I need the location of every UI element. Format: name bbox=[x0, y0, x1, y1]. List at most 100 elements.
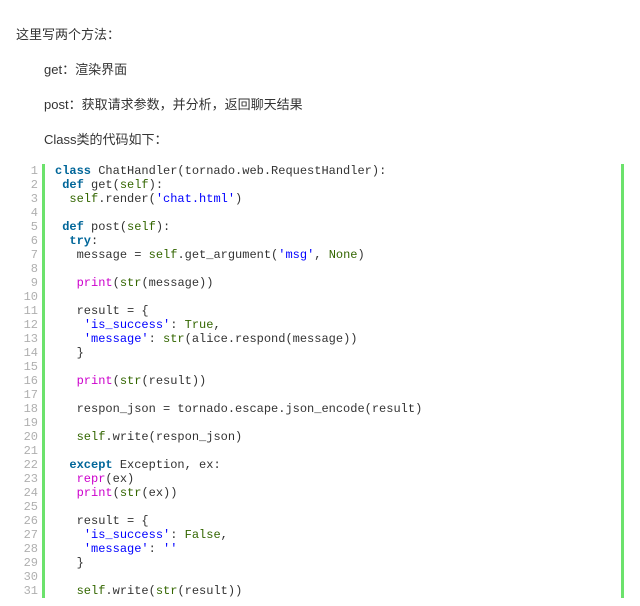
colon: : bbox=[91, 234, 98, 248]
line-number: 8 bbox=[16, 262, 38, 276]
def-sig-close: ): bbox=[149, 178, 163, 192]
builtin-print: print bbox=[77, 276, 113, 290]
keyword-class: class bbox=[55, 164, 91, 178]
dict-key: 'is_success' bbox=[84, 318, 170, 332]
keyword-except: except bbox=[69, 458, 112, 472]
line-number: 27 bbox=[16, 528, 38, 542]
close-paren: ) bbox=[358, 248, 365, 262]
dot-getarg: .get_argument( bbox=[177, 248, 278, 262]
colon-sep: : bbox=[170, 318, 184, 332]
bool-true: True bbox=[185, 318, 214, 332]
line-number: 20 bbox=[16, 430, 38, 444]
line-number: 26 bbox=[16, 514, 38, 528]
line-number: 3 bbox=[16, 192, 38, 206]
builtin-str: str bbox=[120, 374, 142, 388]
line-number: 16 bbox=[16, 374, 38, 388]
builtin-str: str bbox=[120, 486, 142, 500]
builtin-repr: repr bbox=[77, 472, 106, 486]
close-paren: ) bbox=[235, 192, 242, 206]
bool-false: False bbox=[185, 528, 221, 542]
line-number: 17 bbox=[16, 388, 38, 402]
line-number: 13 bbox=[16, 332, 38, 346]
call-rest: (result)) bbox=[141, 374, 206, 388]
dict-key: 'is_success' bbox=[84, 528, 170, 542]
comma: , bbox=[314, 248, 328, 262]
keyword-def: def bbox=[62, 178, 84, 192]
dot-write: .write(respon_json) bbox=[105, 430, 242, 444]
builtin-str: str bbox=[163, 332, 185, 346]
def-sig-close: ): bbox=[156, 220, 170, 234]
line-number: 5 bbox=[16, 220, 38, 234]
open-paren: ( bbox=[113, 374, 120, 388]
self-ref: self bbox=[69, 192, 98, 206]
dot-write: .write( bbox=[105, 584, 155, 598]
def-sig: post( bbox=[84, 220, 127, 234]
line-number: 23 bbox=[16, 472, 38, 486]
line-number: 18 bbox=[16, 402, 38, 416]
line-number: 28 bbox=[16, 542, 38, 556]
open-paren: ( bbox=[113, 486, 120, 500]
line-number: 19 bbox=[16, 416, 38, 430]
intro-line-3: post：获取请求参数，并分析，返回聊天结果 bbox=[44, 94, 624, 113]
call-rest: (ex) bbox=[105, 472, 134, 486]
self-ref: self bbox=[77, 584, 106, 598]
call-rest: (result)) bbox=[177, 584, 242, 598]
line-number: 25 bbox=[16, 500, 38, 514]
self-ref: self bbox=[149, 248, 178, 262]
keyword-try: try bbox=[69, 234, 91, 248]
string-literal: 'msg' bbox=[278, 248, 314, 262]
builtin-print: print bbox=[77, 486, 113, 500]
dict-key: 'message' bbox=[84, 542, 149, 556]
colon-sep: : bbox=[149, 542, 163, 556]
assign-result: result = { bbox=[77, 514, 149, 528]
string-literal: 'chat.html' bbox=[156, 192, 235, 206]
none-literal: None bbox=[329, 248, 358, 262]
line-number: 9 bbox=[16, 276, 38, 290]
dict-close: } bbox=[77, 556, 84, 570]
line-number: 10 bbox=[16, 290, 38, 304]
line-number: 6 bbox=[16, 234, 38, 248]
line-number: 2 bbox=[16, 178, 38, 192]
comma: , bbox=[221, 528, 228, 542]
code-block: 1234567891011121314151617181920212223242… bbox=[16, 164, 624, 598]
except-rest: Exception, ex: bbox=[113, 458, 221, 472]
intro-line-4: Class类的代码如下： bbox=[44, 129, 624, 148]
line-number: 11 bbox=[16, 304, 38, 318]
line-number: 30 bbox=[16, 570, 38, 584]
comma: , bbox=[213, 318, 220, 332]
line-number: 4 bbox=[16, 206, 38, 220]
intro-line-1: 这里写两个方法： bbox=[16, 24, 624, 43]
builtin-str: str bbox=[120, 276, 142, 290]
string-literal: '' bbox=[163, 542, 177, 556]
self-param: self bbox=[127, 220, 156, 234]
dict-close: } bbox=[77, 346, 84, 360]
assign-respon-json: respon_json = tornado.escape.json_encode… bbox=[77, 402, 423, 416]
line-number: 31 bbox=[16, 584, 38, 598]
code-listing: class ChatHandler(tornado.web.RequestHan… bbox=[55, 164, 621, 598]
builtin-str: str bbox=[156, 584, 178, 598]
keyword-def: def bbox=[62, 220, 84, 234]
call-rest: (message)) bbox=[141, 276, 213, 290]
call-rest: (alice.respond(message)) bbox=[185, 332, 358, 346]
line-number: 15 bbox=[16, 360, 38, 374]
code-column: class ChatHandler(tornado.web.RequestHan… bbox=[42, 164, 621, 598]
self-ref: self bbox=[77, 430, 106, 444]
article-content: 这里写两个方法： get：渲染界面 post：获取请求参数，并分析，返回聊天结果… bbox=[0, 0, 640, 606]
assign-result: result = { bbox=[77, 304, 149, 318]
line-number: 7 bbox=[16, 248, 38, 262]
dict-key: 'message' bbox=[84, 332, 149, 346]
colon-sep: : bbox=[149, 332, 163, 346]
line-number: 21 bbox=[16, 444, 38, 458]
line-number: 29 bbox=[16, 556, 38, 570]
line-number-gutter: 1234567891011121314151617181920212223242… bbox=[16, 164, 42, 598]
def-sig: get( bbox=[84, 178, 120, 192]
line-number: 12 bbox=[16, 318, 38, 332]
self-param: self bbox=[120, 178, 149, 192]
open-paren: ( bbox=[113, 276, 120, 290]
line-number: 14 bbox=[16, 346, 38, 360]
dot-render: .render( bbox=[98, 192, 156, 206]
class-signature: ChatHandler(tornado.web.RequestHandler): bbox=[91, 164, 386, 178]
line-number: 1 bbox=[16, 164, 38, 178]
call-rest: (ex)) bbox=[141, 486, 177, 500]
builtin-print: print bbox=[77, 374, 113, 388]
